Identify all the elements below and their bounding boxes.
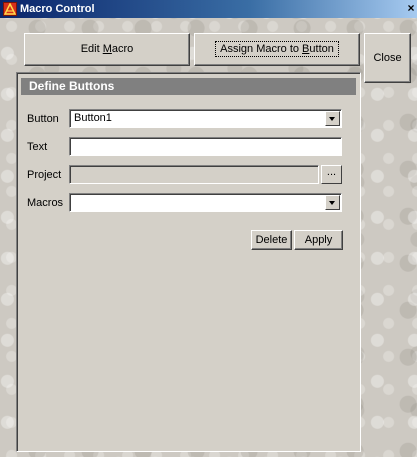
close-button[interactable]: Close — [364, 33, 411, 83]
chevron-down-icon[interactable] — [325, 111, 340, 126]
chevron-down-icon[interactable] — [325, 195, 340, 210]
title-bar: Macro Control × — [0, 0, 417, 18]
button-select-value: Button1 — [74, 112, 112, 124]
text-input[interactable] — [69, 137, 342, 156]
button-label: Button — [27, 113, 59, 125]
macro-control-window: Macro Control × Edit Macro Assign Macro … — [0, 0, 417, 457]
panel-header: Define Buttons — [21, 78, 356, 95]
close-window-icon[interactable]: × — [404, 1, 417, 16]
macros-label: Macros — [27, 197, 64, 209]
delete-button[interactable]: Delete — [251, 230, 292, 250]
edit-macro-label: Edit Macro — [80, 43, 134, 55]
project-input — [69, 165, 319, 184]
assign-macro-to-button-button[interactable]: Assign Macro to Button — [194, 33, 360, 66]
project-label: Project — [27, 169, 62, 181]
assign-macro-label: Assign Macro to Button — [215, 41, 339, 57]
window-title: Macro Control — [20, 3, 95, 15]
define-buttons-panel: Define Buttons Button Button1 Text Proje… — [16, 72, 361, 452]
button-select[interactable]: Button1 — [69, 109, 342, 128]
edit-macro-button[interactable]: Edit Macro — [24, 33, 190, 66]
macros-select[interactable] — [69, 193, 342, 212]
browse-project-button[interactable]: ... — [321, 165, 342, 184]
text-label: Text — [27, 141, 48, 153]
apply-button[interactable]: Apply — [294, 230, 343, 250]
macro-app-icon — [3, 2, 17, 16]
